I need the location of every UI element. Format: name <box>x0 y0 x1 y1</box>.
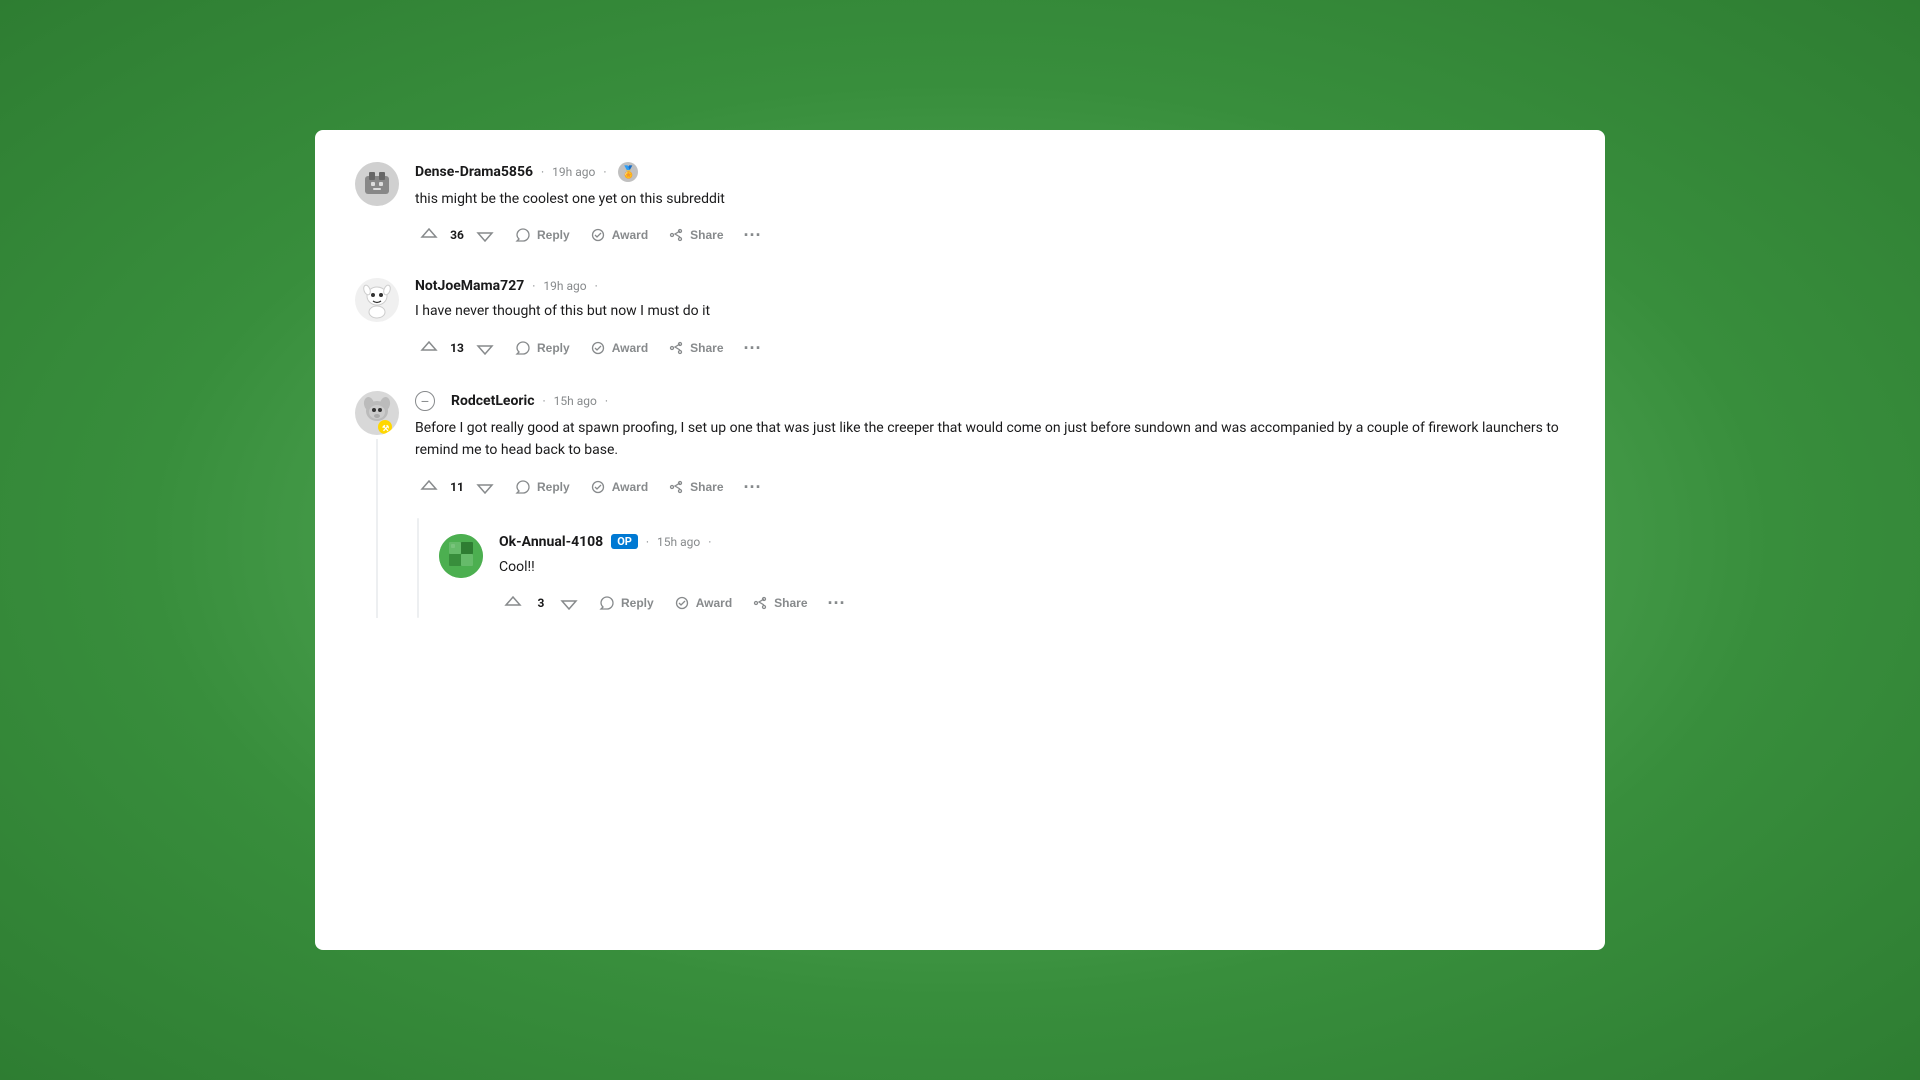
downvote-button[interactable] <box>471 334 499 362</box>
vote-section: 11 <box>415 473 499 501</box>
comment-header: NotJoeMama727 · 19h ago · <box>415 278 1565 294</box>
more-options-button[interactable]: ··· <box>736 220 770 250</box>
avatar <box>355 162 399 206</box>
vote-count: 36 <box>449 228 465 242</box>
svg-text:⚒: ⚒ <box>382 424 389 433</box>
reply-button[interactable]: Reply <box>507 334 578 362</box>
collapse-button[interactable]: − <box>415 391 435 411</box>
comment-header: − RodcetLeoric · 15h ago · <box>415 391 1565 411</box>
comment-actions: 3 Reply <box>499 588 854 618</box>
avatar: ⚒ <box>355 391 399 435</box>
comment-header: Dense-Drama5856 · 19h ago · 🏅 <box>415 162 1565 182</box>
upvote-button[interactable] <box>415 473 443 501</box>
reply-button[interactable]: Reply <box>507 473 578 501</box>
more-options-button[interactable]: ··· <box>736 333 770 363</box>
comment-time: 15h ago <box>554 394 597 408</box>
comment-item: ⚒ − RodcetLeoric · 15h ago · Before I go… <box>355 391 1565 618</box>
share-button[interactable]: Share <box>660 473 731 501</box>
comment-body: − RodcetLeoric · 15h ago · Before I got … <box>415 391 1565 618</box>
avatar <box>439 534 483 578</box>
reply-button[interactable]: Reply <box>507 221 578 249</box>
nested-comment: Ok-Annual-4108 OP · 15h ago · Cool!! <box>439 534 854 618</box>
comment-time: 19h ago <box>552 165 595 179</box>
share-button[interactable]: Share <box>744 589 815 617</box>
comment-header: Ok-Annual-4108 OP · 15h ago · <box>499 534 854 550</box>
share-button[interactable]: Share <box>660 334 731 362</box>
avatar <box>355 278 399 322</box>
award-button[interactable]: Award <box>582 221 656 249</box>
comment-body: Dense-Drama5856 · 19h ago · 🏅 this might… <box>415 162 1565 250</box>
comment-actions: 11 Reply <box>415 472 1565 502</box>
award-button[interactable]: Award <box>582 473 656 501</box>
vote-count: 3 <box>533 596 549 610</box>
comment-username[interactable]: RodcetLeoric <box>451 393 535 409</box>
comment-item: Dense-Drama5856 · 19h ago · 🏅 this might… <box>355 162 1565 250</box>
downvote-button[interactable] <box>471 473 499 501</box>
upvote-button[interactable] <box>415 334 443 362</box>
downvote-button[interactable] <box>555 589 583 617</box>
comment-text: Before I got really good at spawn proofi… <box>415 417 1565 462</box>
nested-comment-wrapper: Ok-Annual-4108 OP · 15h ago · Cool!! <box>415 518 1565 618</box>
comment-time: 19h ago <box>543 279 586 293</box>
upvote-button[interactable] <box>415 221 443 249</box>
comment-actions: 13 Reply <box>415 333 1565 363</box>
comment-body: Ok-Annual-4108 OP · 15h ago · Cool!! <box>499 534 854 618</box>
comments-container: Dense-Drama5856 · 19h ago · 🏅 this might… <box>315 130 1605 950</box>
comment-item: NotJoeMama727 · 19h ago · I have never t… <box>355 278 1565 362</box>
vote-section: 3 <box>499 589 583 617</box>
comment-username[interactable]: NotJoeMama727 <box>415 278 524 294</box>
reply-button[interactable]: Reply <box>591 589 662 617</box>
comment-actions: 36 Reply <box>415 220 1565 250</box>
vote-section: 36 <box>415 221 499 249</box>
downvote-button[interactable] <box>471 221 499 249</box>
vote-count: 13 <box>449 341 465 355</box>
vote-count: 11 <box>449 480 465 494</box>
comment-username[interactable]: Dense-Drama5856 <box>415 164 533 180</box>
op-badge: OP <box>611 534 638 549</box>
share-button[interactable]: Share <box>660 221 731 249</box>
vote-section: 13 <box>415 334 499 362</box>
more-options-button[interactable]: ··· <box>820 588 854 618</box>
comment-text: Cool!! <box>499 556 854 578</box>
comment-text: this might be the coolest one yet on thi… <box>415 188 1565 210</box>
award-button[interactable]: Award <box>582 334 656 362</box>
comment-time: 15h ago <box>657 535 700 549</box>
comment-body: NotJoeMama727 · 19h ago · I have never t… <box>415 278 1565 362</box>
comment-text: I have never thought of this but now I m… <box>415 300 1565 322</box>
award-button[interactable]: Award <box>666 589 740 617</box>
comment-username[interactable]: Ok-Annual-4108 <box>499 534 603 550</box>
upvote-button[interactable] <box>499 589 527 617</box>
more-options-button[interactable]: ··· <box>736 472 770 502</box>
award-icon: 🏅 <box>618 162 638 182</box>
